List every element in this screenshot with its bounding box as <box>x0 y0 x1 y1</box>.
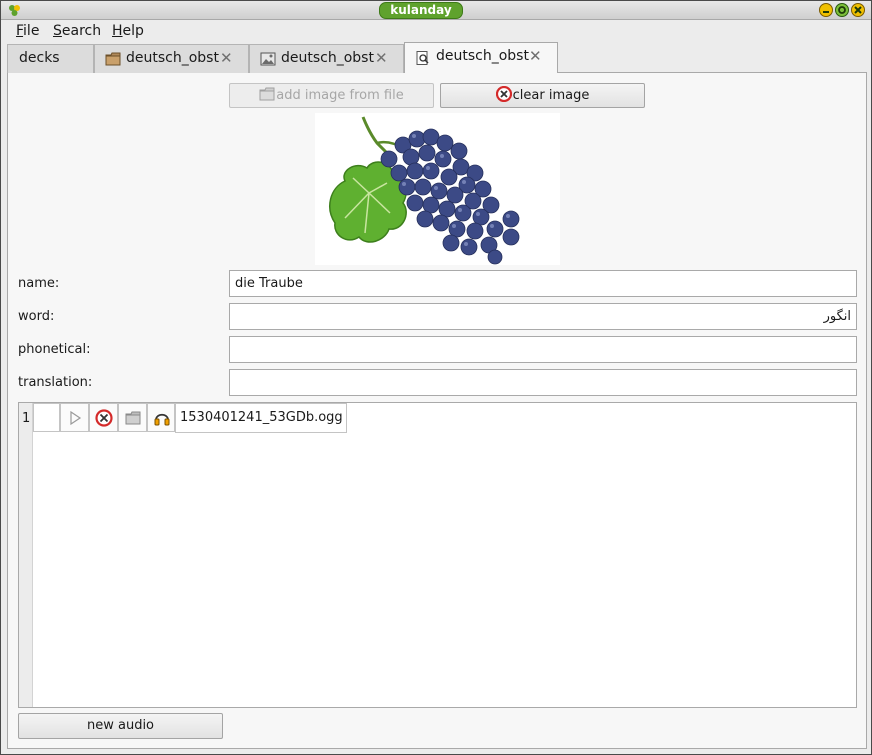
add-image-label: add image from file <box>276 88 404 103</box>
maximize-button[interactable] <box>835 3 849 17</box>
menu-file-mnemonic: F <box>16 23 24 39</box>
folder-icon <box>125 411 141 425</box>
add-image-button[interactable]: add image from file <box>229 83 434 108</box>
menu-help-label: elp <box>122 23 144 39</box>
document-search-icon <box>416 51 429 65</box>
tab-deck-images[interactable]: deutsch_obst ✕ <box>249 44 404 73</box>
menu-file-label: ile <box>23 23 40 39</box>
menu-help-mnemonic: H <box>112 23 123 39</box>
translation-input[interactable] <box>229 369 857 396</box>
name-label: name: <box>18 276 60 291</box>
audio-list: 1 1530401241_53GDb.ogg <box>18 402 857 708</box>
row-number: 1 <box>22 411 31 426</box>
headphones-icon <box>154 413 170 426</box>
play-icon <box>70 410 82 426</box>
open-audio-file-button[interactable] <box>118 403 147 432</box>
close-window-button[interactable] <box>851 3 865 17</box>
app-window: kulanday File Search Help decks deutsch_… <box>0 0 872 755</box>
app-menu-icon[interactable] <box>8 4 21 17</box>
tab-deck-folder[interactable]: deutsch_obst ✕ <box>94 44 249 73</box>
minimize-icon <box>819 3 833 17</box>
menu-search[interactable]: Search <box>53 23 101 39</box>
minimize-button[interactable] <box>819 3 833 17</box>
play-audio-button[interactable] <box>60 403 89 432</box>
card-image <box>315 113 560 265</box>
row-header: 1 <box>19 403 33 707</box>
new-audio-button[interactable]: new audio <box>18 713 223 739</box>
tab-deck-folder-label: deutsch_obst <box>126 50 219 66</box>
audio-spacer-cell <box>33 403 60 432</box>
phonetical-label: phonetical: <box>18 342 91 357</box>
maximize-icon <box>835 3 849 17</box>
menu-help[interactable]: Help <box>112 23 144 39</box>
title-bar: kulanday <box>1 1 871 20</box>
menu-file[interactable]: File <box>16 23 39 39</box>
menu-bar: File Search Help <box>1 20 871 42</box>
card-editor: add image from file clear image name: di… <box>7 73 867 749</box>
delete-icon <box>495 86 512 102</box>
tab-decks[interactable]: decks <box>7 44 94 73</box>
tab-close-icon[interactable]: ✕ <box>220 45 233 72</box>
delete-audio-button[interactable] <box>89 403 118 432</box>
folder-icon <box>105 52 121 66</box>
audio-filename[interactable]: 1530401241_53GDb.ogg <box>175 403 347 433</box>
tab-close-icon[interactable]: ✕ <box>375 45 388 72</box>
clear-image-button[interactable]: clear image <box>440 83 645 108</box>
grapes-image <box>315 113 560 265</box>
menu-search-label: earch <box>61 23 102 39</box>
tab-bar: decks deutsch_obst ✕ deutsch_obst ✕ deut… <box>7 42 867 73</box>
tab-deck-card[interactable]: deutsch_obst ✕ <box>404 42 558 73</box>
menu-search-mnemonic: S <box>53 23 62 39</box>
tab-deck-card-label: deutsch_obst <box>436 48 529 64</box>
tab-decks-label: decks <box>19 50 60 66</box>
tab-deck-images-label: deutsch_obst <box>281 50 374 66</box>
folder-icon <box>259 87 275 101</box>
name-input[interactable]: die Traube <box>229 270 857 297</box>
phonetical-input[interactable] <box>229 336 857 363</box>
close-icon <box>851 3 865 17</box>
record-audio-button[interactable] <box>147 403 175 432</box>
clear-image-label: clear image <box>512 88 590 103</box>
translation-label: translation: <box>18 375 93 390</box>
word-label: word: <box>18 309 55 324</box>
word-input[interactable]: انگور <box>229 303 857 330</box>
delete-icon <box>95 409 113 427</box>
window-title: kulanday <box>379 2 463 19</box>
image-icon <box>260 52 276 66</box>
tab-close-icon[interactable]: ✕ <box>529 43 542 70</box>
